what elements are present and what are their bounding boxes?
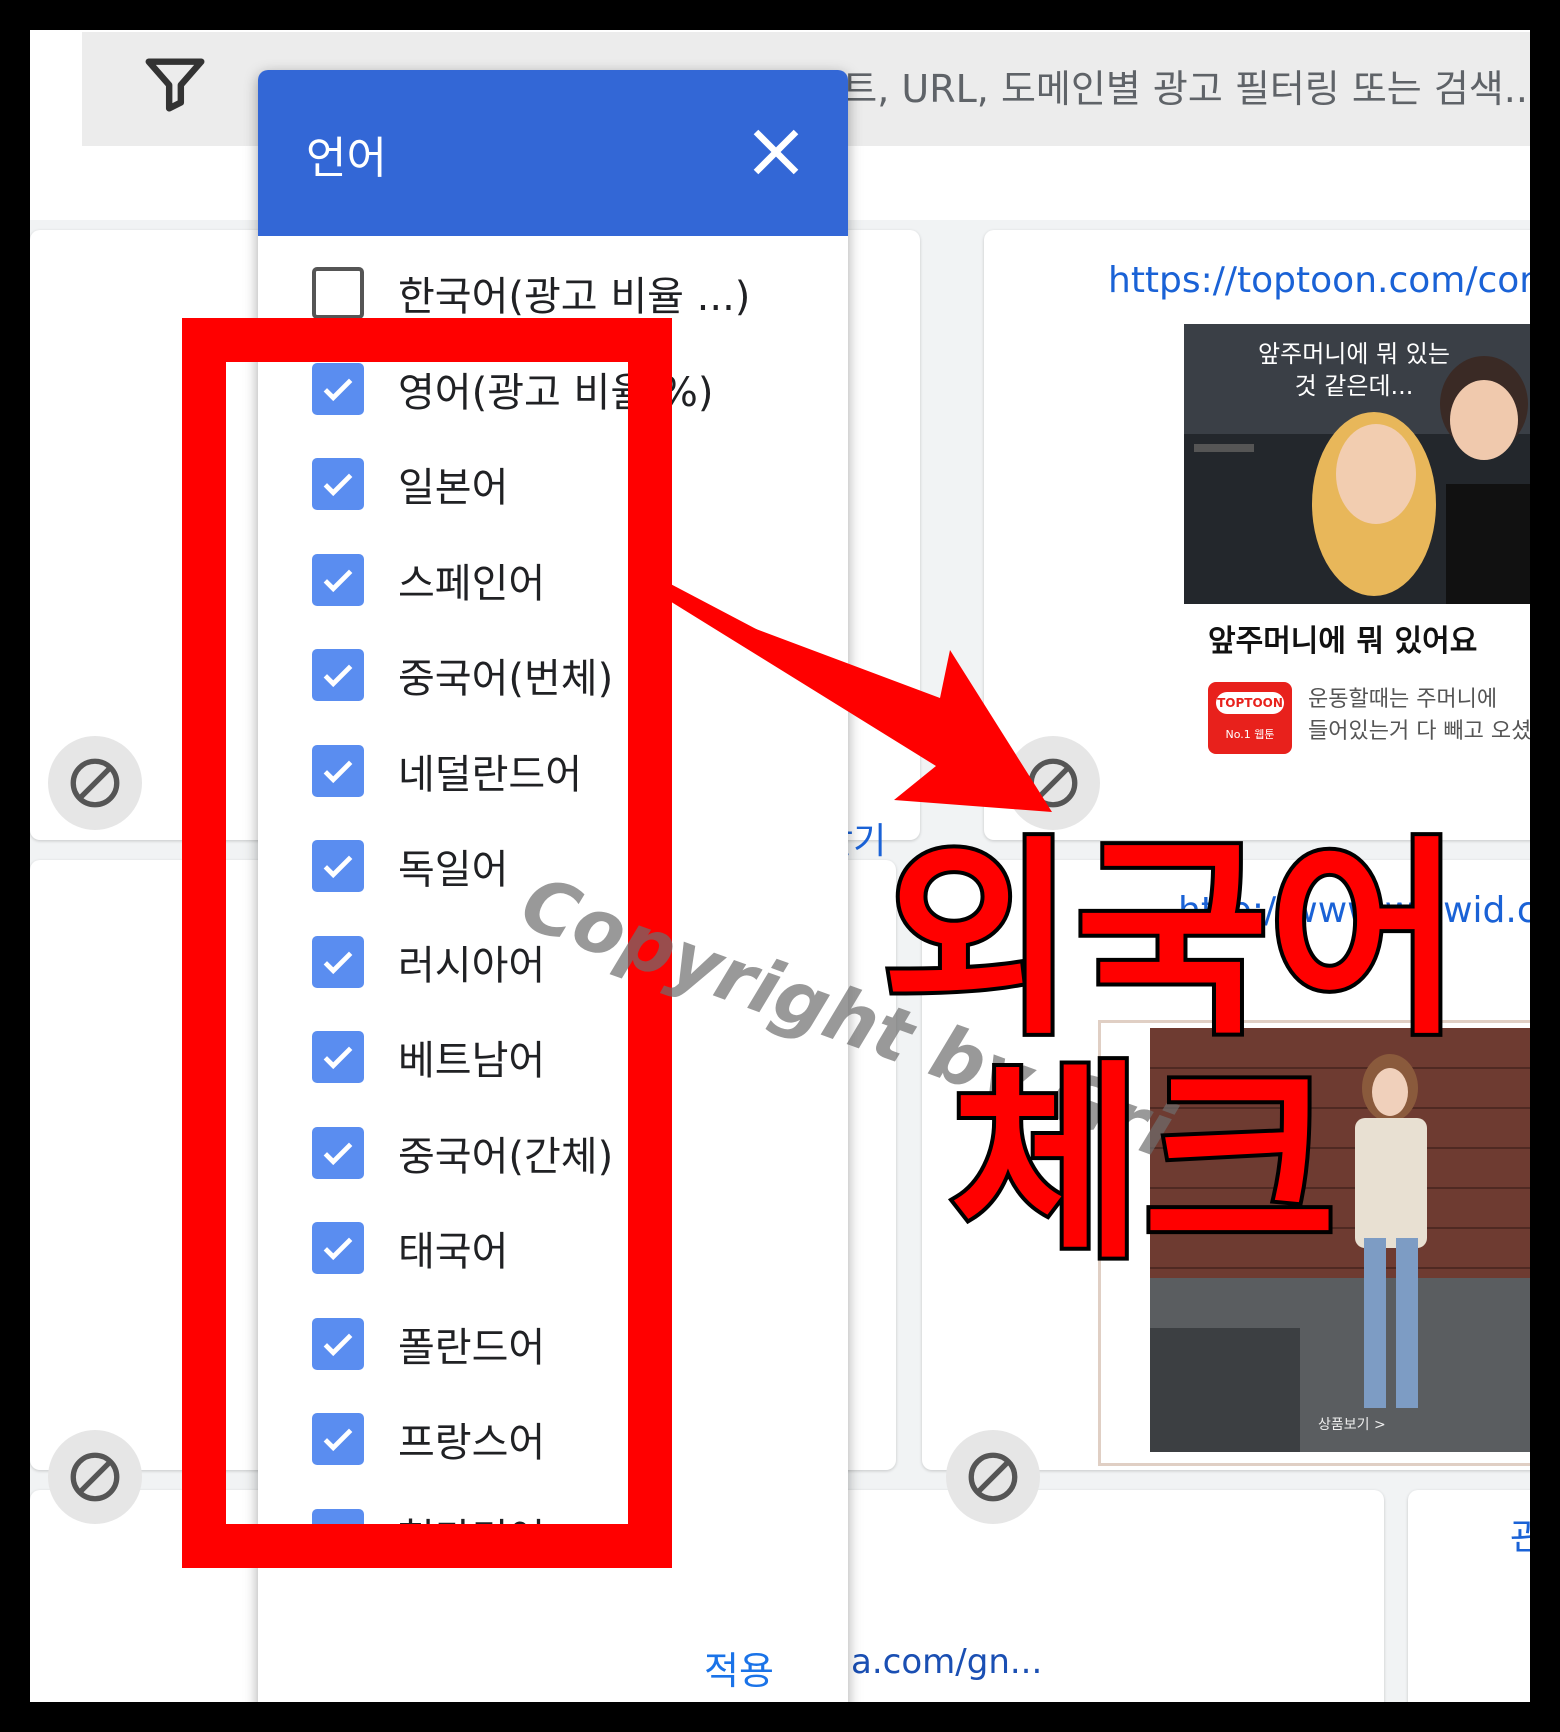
checkbox-checked[interactable] (312, 1413, 364, 1465)
block-button[interactable] (946, 1430, 1040, 1524)
checkbox-checked[interactable] (312, 553, 364, 606)
language-option[interactable]: 러시아어 (312, 917, 545, 1007)
ad-title[interactable]: 앞주머니에 뭐 있어요 (1208, 616, 1477, 660)
check-icon (323, 951, 353, 974)
language-option[interactable]: 프랑스어 (312, 1394, 545, 1484)
language-label: 헝가리어 (398, 1515, 546, 1562)
language-option[interactable]: 중국어(간체) (312, 1108, 613, 1198)
ad-image-toptoon: 앞주머니에 뭐 있는 것 같은데... (1184, 324, 1530, 604)
check-icon (323, 1237, 353, 1261)
screen: 트, URL, 도메인별 광고 필터링 또는 검색... 찾기 기 https:… (30, 30, 1530, 1702)
toptoon-logo: TOPTOON No.1 웹툰 (1208, 682, 1292, 754)
checkbox-checked[interactable] (312, 649, 364, 701)
ad-image-caption: 상품보기 > (1318, 1417, 1386, 1433)
language-option[interactable]: 한국어(광고 비율 ...) (312, 248, 750, 338)
language-label: 네덜란드어 (398, 751, 582, 798)
checkbox-checked[interactable] (312, 1222, 364, 1274)
block-button[interactable] (1006, 736, 1100, 830)
check-icon (323, 760, 353, 783)
check-icon (323, 664, 353, 688)
language-label: 독일어 (398, 847, 509, 893)
language-label: 스페인어 (398, 560, 546, 607)
ad-description-line: 운동할때는 주머니에 (1308, 687, 1498, 712)
ad-url[interactable]: http://www.wizwid.com (1178, 890, 1530, 931)
right-edge-text[interactable]: 관 (1510, 1508, 1530, 1560)
filter-icon[interactable] (140, 50, 210, 120)
language-option[interactable]: 영어(광고 비율 %) (312, 344, 713, 434)
language-label: 일본어 (398, 465, 509, 511)
language-label: 러시아어 (398, 942, 546, 989)
checkbox-checked[interactable] (312, 840, 364, 892)
check-icon (323, 1524, 353, 1547)
ad-image-wizwid: 상품보기 > (1150, 1028, 1530, 1452)
ad-photo (1150, 1028, 1530, 1452)
language-label: 영어(광고 비율 %) (398, 369, 714, 416)
logo-text: TOPTOON (1216, 692, 1284, 714)
check-icon (323, 1333, 353, 1356)
block-icon (968, 1452, 1018, 1502)
block-icon (1028, 758, 1078, 808)
language-label: 한국어(광고 비율 ...) (398, 274, 751, 320)
check-icon (323, 378, 353, 401)
language-label: 중국어(간체) (398, 1133, 614, 1180)
ad-description-line: 들어있는거 다 빼고 오셨어 (1308, 719, 1530, 744)
close-icon[interactable] (746, 122, 806, 182)
ad-url[interactable]: dia.com/gn... (820, 1642, 1042, 1682)
checkbox-checked[interactable] (312, 935, 364, 988)
check-icon (323, 855, 353, 879)
language-option[interactable]: 폴란드어 (312, 1299, 545, 1389)
language-option[interactable]: 독일어 (312, 821, 508, 911)
check-icon (323, 1428, 353, 1452)
language-label: 태국어 (398, 1229, 509, 1275)
checkbox-checked[interactable] (312, 744, 364, 797)
check-icon (323, 1046, 353, 1070)
language-option[interactable]: 스페인어 (312, 535, 545, 625)
language-label: 폴란드어 (398, 1324, 546, 1371)
language-label: 베트남어 (398, 1038, 546, 1084)
checkbox-checked[interactable] (312, 362, 364, 415)
checkbox-checked[interactable] (312, 1126, 364, 1179)
language-option[interactable]: 헝가리어 (312, 1490, 545, 1580)
ad-image-caption: 앞주머니에 뭐 있는 것 같은데... (1258, 340, 1450, 400)
checkbox-unchecked[interactable] (312, 267, 364, 319)
language-option[interactable]: 네덜란드어 (312, 726, 582, 816)
ad-url[interactable]: https://toptoon.com/comic (1108, 260, 1530, 301)
block-icon (70, 1452, 120, 1502)
block-button[interactable] (48, 736, 142, 830)
checkbox-checked[interactable] (312, 1317, 364, 1370)
check-icon (323, 569, 353, 592)
language-option[interactable]: 베트남어 (312, 1012, 545, 1102)
language-dialog: 언어 한국어(광고 비율 ...) 영어(광고 비율 %) 일본어스페인어중국어(번… (258, 70, 848, 1702)
language-label: 프랑스어 (398, 1420, 546, 1466)
checkbox-checked[interactable] (312, 458, 364, 510)
dialog-header: 언어 (258, 70, 848, 236)
check-icon (323, 1142, 353, 1165)
language-option[interactable]: 중국어(번체) (312, 630, 613, 720)
apply-button[interactable]: 적용 (704, 1640, 774, 1695)
language-label: 중국어(번체) (398, 656, 614, 702)
checkbox-checked[interactable] (312, 1508, 364, 1561)
block-button[interactable] (48, 1430, 142, 1524)
block-icon (70, 758, 120, 808)
language-option[interactable]: 태국어 (312, 1203, 508, 1293)
ad-description: 운동할때는 주머니에 들어있는거 다 빼고 오셨어 (1308, 684, 1530, 748)
checkbox-checked[interactable] (312, 1031, 364, 1083)
logo-subtext: No.1 웹툰 (1225, 728, 1275, 741)
dialog-title: 언어 (306, 133, 387, 184)
language-option[interactable]: 일본어 (312, 439, 508, 529)
check-icon (323, 473, 353, 497)
